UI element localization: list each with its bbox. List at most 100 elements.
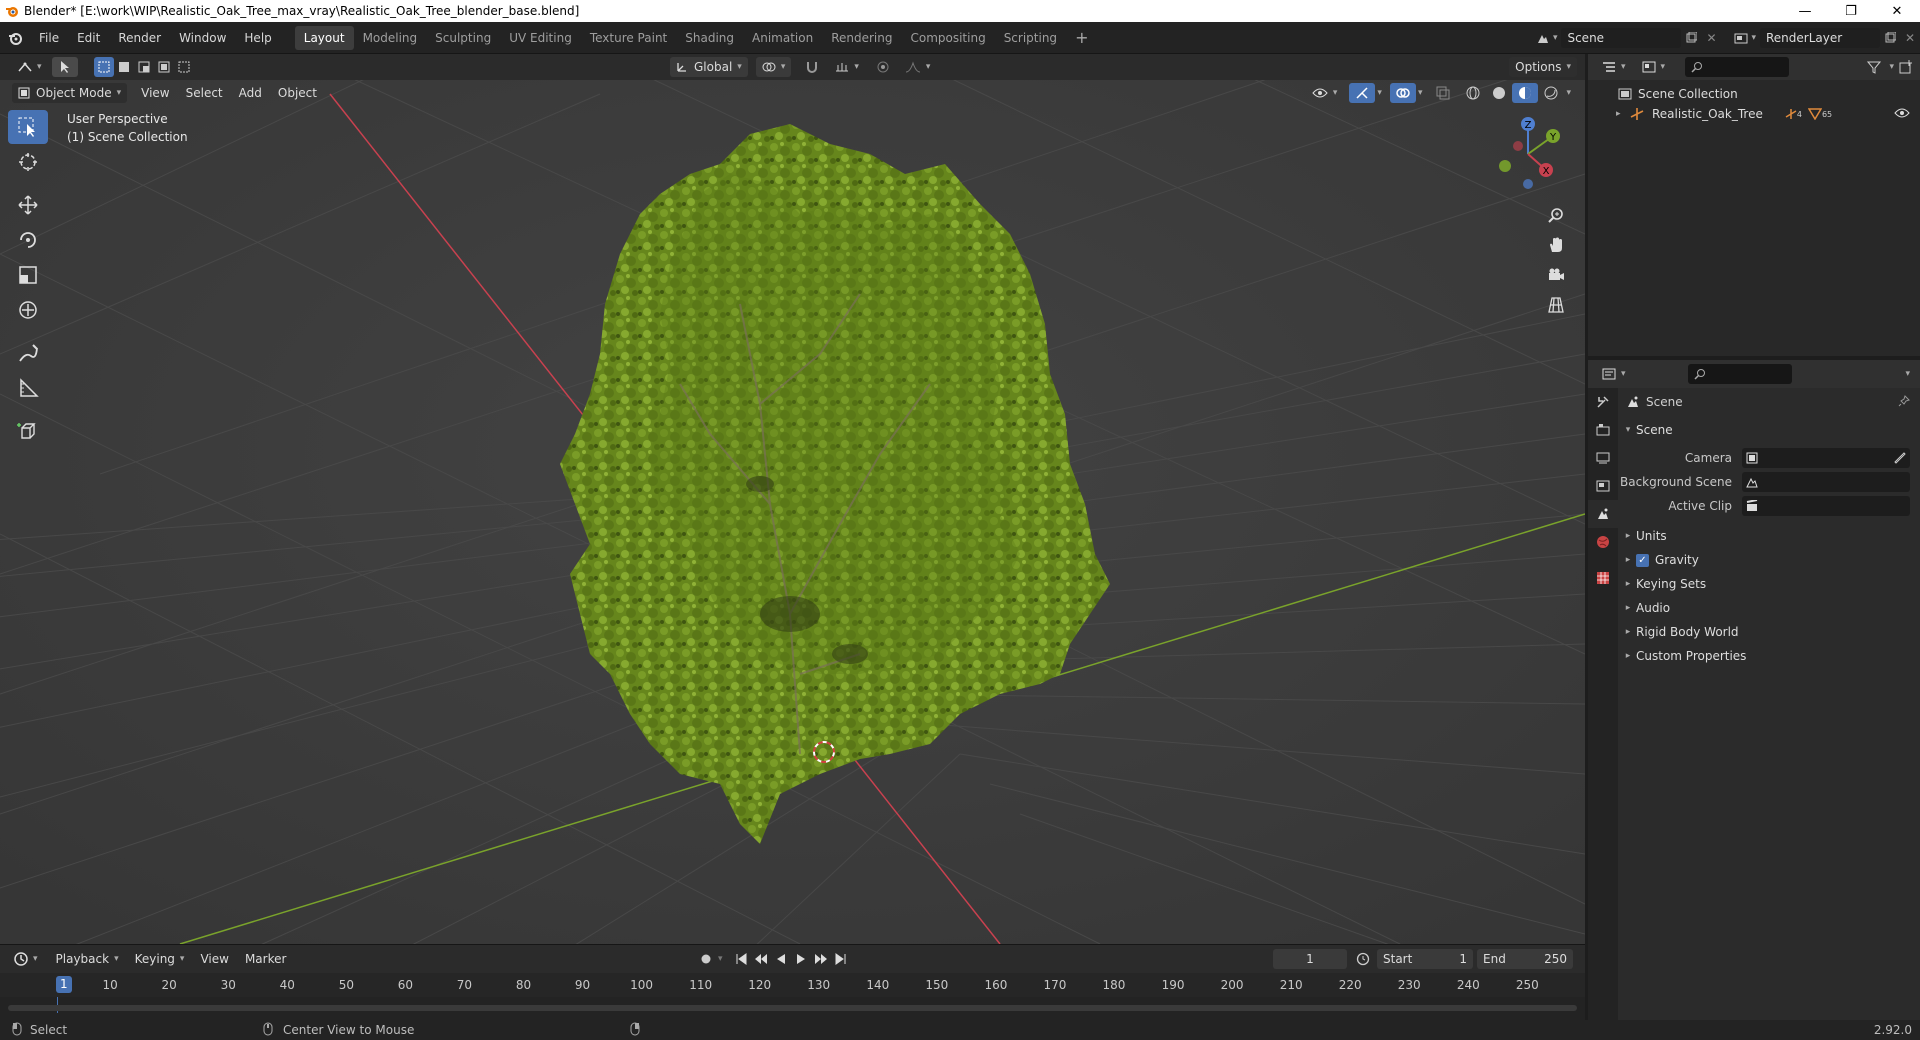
wireframe-shading-icon[interactable] bbox=[1460, 83, 1486, 103]
tab-layout[interactable]: Layout bbox=[294, 25, 354, 50]
view-layer-tab-icon[interactable] bbox=[1588, 472, 1618, 500]
camera-field[interactable] bbox=[1742, 448, 1910, 468]
tool-tab-icon[interactable] bbox=[1588, 388, 1618, 416]
visibility-eye-icon[interactable]: ▾ bbox=[1306, 83, 1344, 103]
snap-target-dropdown[interactable]: ▾ bbox=[829, 57, 865, 77]
timeline-scrollbar[interactable] bbox=[8, 1005, 1577, 1011]
scene-name-field[interactable]: Scene bbox=[1561, 28, 1682, 48]
options-dropdown[interactable]: Options ▾ bbox=[1509, 57, 1577, 77]
use-preview-range-icon[interactable] bbox=[1353, 949, 1373, 969]
delete-scene-icon[interactable]: ✕ bbox=[1701, 28, 1721, 48]
tab-rendering[interactable]: Rendering bbox=[822, 26, 901, 50]
marker-menu[interactable]: Marker bbox=[239, 949, 292, 969]
material-preview-icon[interactable] bbox=[1512, 83, 1539, 103]
select-new-icon[interactable] bbox=[93, 57, 114, 77]
expand-arrow-icon[interactable]: ▸ bbox=[1616, 109, 1630, 119]
pivot-point-dropdown[interactable]: ▾ bbox=[755, 57, 792, 77]
display-mode-icon[interactable]: ▾ bbox=[1636, 57, 1672, 77]
gizmo-toggle-icon[interactable] bbox=[1349, 83, 1376, 103]
next-keyframe-icon[interactable] bbox=[811, 949, 831, 969]
move-tool[interactable] bbox=[8, 188, 48, 222]
xray-toggle-icon[interactable] bbox=[1430, 83, 1456, 103]
menu-edit[interactable]: Edit bbox=[68, 26, 109, 50]
timeline-editor-type-icon[interactable]: ▾ bbox=[8, 949, 44, 969]
jump-start-icon[interactable] bbox=[731, 949, 751, 969]
frame-cursor[interactable]: 1 bbox=[56, 976, 72, 993]
gravity-panel[interactable]: ▸ ✓ Gravity bbox=[1620, 548, 1920, 572]
ortho-toggle-icon[interactable] bbox=[1543, 292, 1569, 318]
menu-file[interactable]: File bbox=[30, 26, 68, 50]
timeline-view-menu[interactable]: View bbox=[194, 949, 234, 969]
properties-search-field[interactable] bbox=[1687, 364, 1792, 384]
view-layer-icon[interactable] bbox=[1731, 28, 1751, 48]
new-collection-icon[interactable] bbox=[1896, 57, 1916, 77]
menu-object[interactable]: Object bbox=[272, 83, 323, 103]
tab-compositing[interactable]: Compositing bbox=[901, 26, 994, 50]
menu-render[interactable]: Render bbox=[109, 26, 170, 50]
add-cube-tool[interactable] bbox=[8, 414, 48, 448]
transform-tool[interactable] bbox=[8, 293, 48, 327]
navigation-gizmo[interactable]: Z Y X bbox=[1488, 114, 1568, 194]
proportional-editing-icon[interactable] bbox=[871, 57, 895, 77]
menu-window[interactable]: Window bbox=[170, 26, 235, 50]
close-button[interactable]: ✕ bbox=[1874, 0, 1920, 22]
pin-icon[interactable] bbox=[1898, 394, 1910, 410]
menu-help[interactable]: Help bbox=[235, 26, 280, 50]
tab-scripting[interactable]: Scripting bbox=[995, 26, 1066, 50]
background-scene-field[interactable] bbox=[1742, 472, 1910, 492]
custom-properties-panel[interactable]: ▸ Custom Properties bbox=[1620, 644, 1920, 668]
outliner-item-oak-tree[interactable]: ▸ Realistic_Oak_Tree 4 65 bbox=[1588, 104, 1920, 124]
object-mode-dropdown[interactable]: Object Mode ▾ bbox=[12, 83, 128, 103]
tab-shading[interactable]: Shading bbox=[676, 26, 743, 50]
cursor-tool[interactable] bbox=[8, 145, 48, 179]
playback-menu[interactable]: Playback ▾ bbox=[50, 949, 125, 969]
scene-selector-icon[interactable] bbox=[1533, 28, 1553, 48]
keying-menu[interactable]: Keying ▾ bbox=[129, 949, 191, 969]
restore-button[interactable]: ❐ bbox=[1828, 0, 1874, 22]
end-frame-field[interactable]: End 250 bbox=[1477, 949, 1573, 969]
scene-panel-header[interactable]: ▾ Scene bbox=[1620, 418, 1920, 442]
select-extend-icon[interactable] bbox=[114, 57, 134, 77]
prev-keyframe-icon[interactable] bbox=[751, 949, 771, 969]
select-invert-icon[interactable] bbox=[154, 57, 174, 77]
keying-sets-panel[interactable]: ▸ Keying Sets bbox=[1620, 572, 1920, 596]
texture-tab-icon[interactable] bbox=[1588, 564, 1618, 592]
3d-viewport[interactable]: ▾ Global ▾ ▾ ▾ ▾ Options ▾ Object Mode ▾… bbox=[0, 54, 1585, 944]
measure-tool[interactable] bbox=[8, 371, 48, 405]
active-clip-field[interactable] bbox=[1742, 496, 1910, 516]
scale-tool[interactable] bbox=[8, 258, 48, 292]
tab-modeling[interactable]: Modeling bbox=[354, 26, 427, 50]
properties-editor-type-icon[interactable]: ▾ bbox=[1596, 364, 1632, 384]
select-box-tool[interactable] bbox=[8, 110, 48, 144]
new-layer-icon[interactable] bbox=[1880, 28, 1900, 48]
minimize-button[interactable]: — bbox=[1782, 0, 1828, 22]
pan-hand-icon[interactable] bbox=[1543, 232, 1569, 258]
outliner-editor-type-icon[interactable]: ▾ bbox=[1596, 57, 1632, 77]
editor-type-icon[interactable]: ▾ bbox=[12, 57, 48, 77]
menu-view[interactable]: View bbox=[135, 83, 175, 103]
world-tab-icon[interactable] bbox=[1588, 528, 1618, 556]
gravity-checkbox[interactable]: ✓ bbox=[1636, 553, 1649, 567]
eyedropper-icon[interactable] bbox=[1894, 452, 1906, 464]
select-subtract-icon[interactable] bbox=[134, 57, 154, 77]
properties-options-icon[interactable]: ▾ bbox=[1905, 369, 1910, 379]
camera-view-icon[interactable] bbox=[1543, 262, 1569, 288]
menu-add[interactable]: Add bbox=[233, 83, 268, 103]
filter-icon[interactable] bbox=[1864, 57, 1884, 77]
rigid-body-world-panel[interactable]: ▸ Rigid Body World bbox=[1620, 620, 1920, 644]
units-panel[interactable]: ▸ Units bbox=[1620, 524, 1920, 548]
outliner-scene-collection[interactable]: Scene Collection bbox=[1588, 84, 1920, 104]
output-tab-icon[interactable] bbox=[1588, 444, 1618, 472]
timeline-ruler[interactable]: 1 10 20 30 40 50 60 70 80 90 100 110 120 130 140 150 16… bbox=[0, 973, 1585, 997]
delete-layer-icon[interactable]: ✕ bbox=[1900, 28, 1920, 48]
render-tab-icon[interactable] bbox=[1588, 416, 1618, 444]
transform-orientation-dropdown[interactable]: Global ▾ bbox=[670, 57, 748, 77]
auto-key-record-icon[interactable] bbox=[696, 949, 716, 969]
tab-uv-editing[interactable]: UV Editing bbox=[500, 26, 581, 50]
current-frame-field[interactable]: 1 bbox=[1273, 949, 1347, 969]
menu-select[interactable]: Select bbox=[180, 83, 229, 103]
jump-end-icon[interactable] bbox=[831, 949, 851, 969]
tab-texture-paint[interactable]: Texture Paint bbox=[581, 26, 676, 50]
annotate-tool[interactable] bbox=[8, 336, 48, 370]
audio-panel[interactable]: ▸ Audio bbox=[1620, 596, 1920, 620]
